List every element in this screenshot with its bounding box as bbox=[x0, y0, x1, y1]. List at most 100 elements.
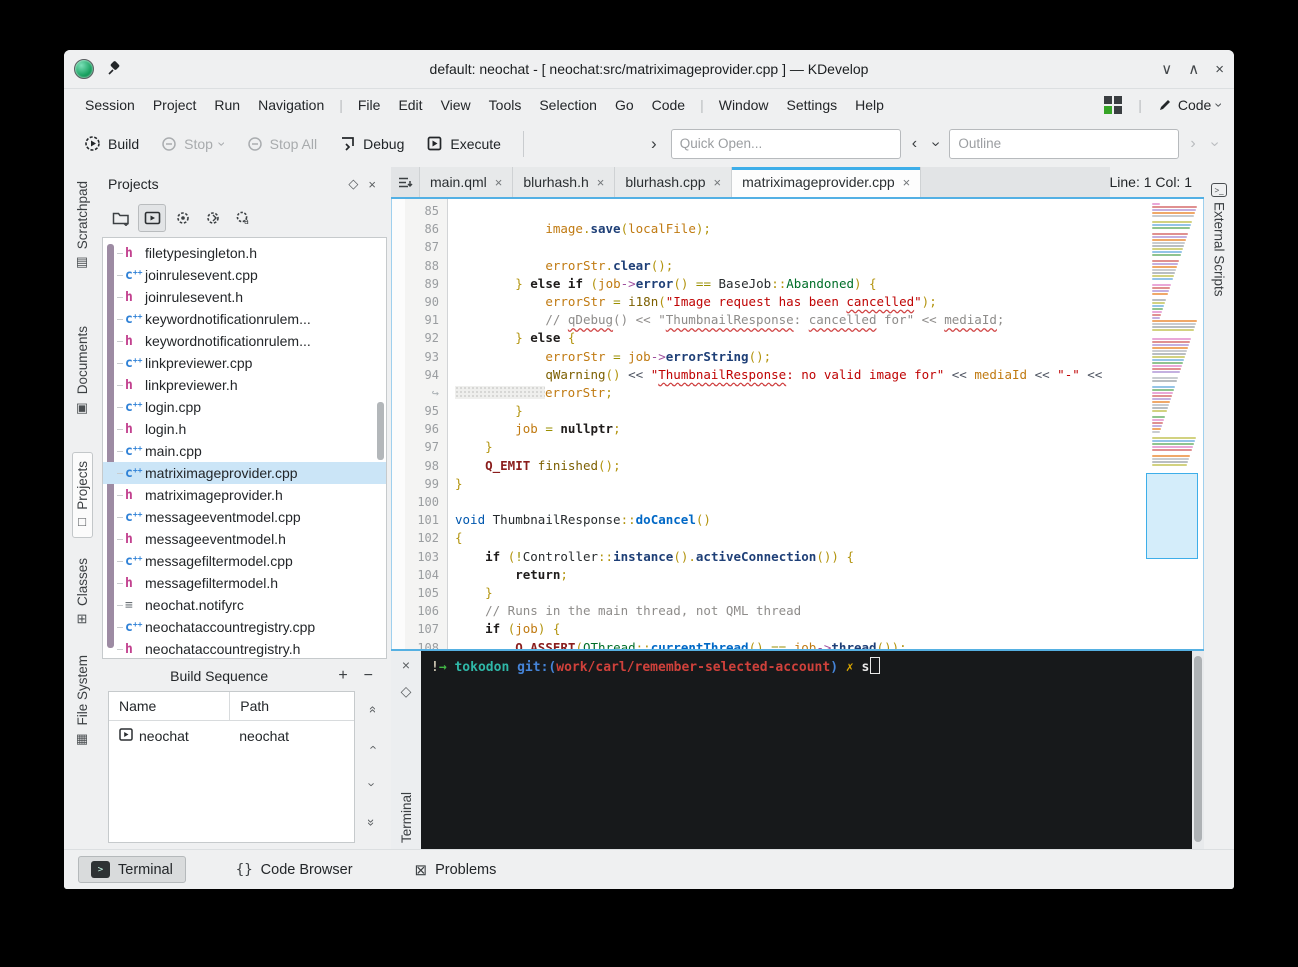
tree-item-label: neochataccountregistry.h bbox=[145, 641, 300, 657]
sidebar-tab-scratchpad[interactable]: Scratchpad▤ bbox=[73, 173, 92, 278]
terminal-detach-icon[interactable]: ◇ bbox=[401, 683, 412, 700]
tab-close-icon[interactable]: × bbox=[495, 175, 503, 190]
toolbar-overflow-icon[interactable]: › bbox=[643, 134, 665, 154]
close-icon[interactable]: × bbox=[1215, 61, 1224, 78]
open-configuration-folder-icon[interactable] bbox=[108, 205, 134, 231]
tree-item-keywordnotificationrulem[interactable]: c++keywordnotificationrulem... bbox=[103, 308, 386, 330]
settings-gear-icon[interactable] bbox=[170, 205, 196, 231]
debug-button[interactable]: Debug bbox=[331, 129, 412, 158]
menu-go[interactable]: Go bbox=[606, 94, 643, 116]
close-panel-icon[interactable]: × bbox=[363, 177, 381, 192]
tree-item-label: neochataccountregistry.cpp bbox=[145, 619, 315, 635]
reload-projects-icon[interactable] bbox=[200, 205, 226, 231]
tree-item-linkpreviewer-cpp[interactable]: c++linkpreviewer.cpp bbox=[103, 352, 386, 374]
stop-all-button[interactable]: Stop All bbox=[239, 130, 325, 158]
bottom-tab-code-browser[interactable]: {}Code Browser bbox=[224, 858, 365, 882]
sidebar-tab-classes[interactable]: Classes⊞ bbox=[73, 550, 92, 635]
tree-item-messageeventmodel-h[interactable]: hmessageeventmodel.h bbox=[103, 528, 386, 550]
maximize-icon[interactable]: ∧ bbox=[1188, 60, 1199, 78]
nav-forward-dropdown-icon[interactable]: › bbox=[1206, 136, 1222, 151]
editor-tab-main-qml[interactable]: main.qml× bbox=[420, 167, 513, 197]
terminal-scrollbar[interactable] bbox=[1192, 651, 1204, 849]
tree-item-messagefiltermodel-h[interactable]: hmessagefiltermodel.h bbox=[103, 572, 386, 594]
tree-item-neochat-notifyrc[interactable]: ≡neochat.notifyrc bbox=[103, 594, 386, 616]
menu-settings[interactable]: Settings bbox=[778, 94, 847, 116]
tree-item-main-cpp[interactable]: c++main.cpp bbox=[103, 440, 386, 462]
sidebar-tab-documents[interactable]: Documents▣ bbox=[73, 318, 92, 423]
editor-tab-matriximageprovider-cpp[interactable]: matriximageprovider.cpp× bbox=[732, 167, 921, 197]
minimize-icon[interactable]: ∨ bbox=[1161, 60, 1172, 78]
nav-back-dropdown-icon[interactable]: › bbox=[928, 136, 944, 151]
tree-item-linkpreviewer-h[interactable]: hlinkpreviewer.h bbox=[103, 374, 386, 396]
tree-item-joinrulesevent-h[interactable]: hjoinrulesevent.h bbox=[103, 286, 386, 308]
float-panel-icon[interactable]: ◇ bbox=[343, 176, 363, 192]
document-list-icon[interactable] bbox=[391, 167, 420, 197]
tree-item-matriximageprovider-h[interactable]: hmatriximageprovider.h bbox=[103, 484, 386, 506]
project-tree[interactable]: hfiletypesingleton.hc++joinrulesevent.cp… bbox=[102, 237, 387, 659]
outline-input[interactable] bbox=[949, 129, 1179, 159]
move-up-icon[interactable]: › bbox=[366, 745, 379, 749]
tree-item-neochataccountregistry-cpp[interactable]: c++neochataccountregistry.cpp bbox=[103, 616, 386, 638]
move-down-icon[interactable]: › bbox=[366, 783, 379, 787]
tree-item-messagefiltermodel-cpp[interactable]: c++messagefiltermodel.cpp bbox=[103, 550, 386, 572]
bottom-tab-problems[interactable]: ⊠Problems bbox=[403, 857, 509, 883]
column-header-name[interactable]: Name bbox=[109, 692, 230, 720]
titlebar[interactable]: default: neochat - [ neochat:src/matrixi… bbox=[64, 50, 1234, 89]
menu-window[interactable]: Window bbox=[710, 94, 778, 116]
menu-run[interactable]: Run bbox=[205, 94, 249, 116]
minimap-line bbox=[1152, 410, 1167, 412]
tree-item-neochataccountregistry-h[interactable]: hneochataccountregistry.h bbox=[103, 638, 386, 659]
stop-button[interactable]: Stop › bbox=[153, 130, 232, 158]
menu-view[interactable]: View bbox=[432, 94, 480, 116]
area-code-button[interactable]: Code › bbox=[1158, 97, 1222, 113]
menu-project[interactable]: Project bbox=[144, 94, 206, 116]
build-items-icon[interactable] bbox=[138, 204, 166, 232]
build-sequence-table[interactable]: Name Path neochatneochat bbox=[108, 691, 355, 843]
build-button[interactable]: Build bbox=[76, 129, 147, 158]
move-bottom-icon[interactable]: » bbox=[365, 819, 378, 826]
sidebar-tab-file-system[interactable]: File System▦ bbox=[73, 647, 92, 755]
nav-forward-icon[interactable]: › bbox=[1185, 135, 1200, 153]
move-top-icon[interactable]: » bbox=[365, 706, 378, 713]
menu-file[interactable]: File bbox=[349, 94, 390, 116]
menu-code[interactable]: Code bbox=[643, 94, 694, 116]
tab-close-icon[interactable]: × bbox=[597, 175, 605, 190]
sidebar-tab-projects[interactable]: Projects□ bbox=[72, 452, 93, 539]
minimap-line bbox=[1152, 248, 1183, 250]
editor-tab-blurhash-h[interactable]: blurhash.h× bbox=[513, 167, 615, 197]
menu-session[interactable]: Session bbox=[76, 94, 144, 116]
code-area[interactable]: 8586 image.save(localFile);8788 errorStr… bbox=[392, 202, 1141, 649]
tab-close-icon[interactable]: × bbox=[714, 175, 722, 190]
remove-build-item-icon[interactable]: − bbox=[356, 667, 381, 685]
tree-item-filetypesingleton-h[interactable]: hfiletypesingleton.h bbox=[103, 242, 386, 264]
tree-item-matriximageprovider-cpp[interactable]: c++matriximageprovider.cpp bbox=[103, 462, 386, 484]
tree-item-login-cpp[interactable]: c++login.cpp bbox=[103, 396, 386, 418]
menu-selection[interactable]: Selection bbox=[530, 94, 606, 116]
menu-tools[interactable]: Tools bbox=[480, 94, 531, 116]
quick-open-input[interactable] bbox=[671, 129, 901, 159]
minimap-viewport[interactable] bbox=[1146, 473, 1198, 559]
terminal-close-icon[interactable]: × bbox=[402, 657, 410, 673]
stop-dropdown-icon[interactable]: › bbox=[215, 141, 229, 146]
menu-edit[interactable]: Edit bbox=[389, 94, 431, 116]
tree-item-messageeventmodel-cpp[interactable]: c++messageeventmodel.cpp bbox=[103, 506, 386, 528]
code-editor[interactable]: 8586 image.save(localFile);8788 errorStr… bbox=[391, 199, 1204, 649]
bottom-tab-terminal[interactable]: >Terminal bbox=[78, 856, 186, 883]
nav-back-icon[interactable]: ‹ bbox=[907, 135, 922, 153]
tree-item-joinrulesevent-cpp[interactable]: c++joinrulesevent.cpp bbox=[103, 264, 386, 286]
tree-item-keywordnotificationrulem[interactable]: hkeywordnotificationrulem... bbox=[103, 330, 386, 352]
execute-button[interactable]: Execute bbox=[418, 129, 509, 158]
add-build-item-icon[interactable]: + bbox=[330, 667, 355, 685]
menu-navigation[interactable]: Navigation bbox=[249, 94, 333, 116]
tab-close-icon[interactable]: × bbox=[903, 175, 911, 190]
tree-item-login-h[interactable]: hlogin.h bbox=[103, 418, 386, 440]
project-filter-icon[interactable]: a bbox=[230, 205, 256, 231]
build-sequence-row[interactable]: neochatneochat bbox=[109, 721, 354, 751]
column-header-path[interactable]: Path bbox=[230, 698, 354, 714]
menu-help[interactable]: Help bbox=[846, 94, 893, 116]
editor-tab-blurhash-cpp[interactable]: blurhash.cpp× bbox=[615, 167, 732, 197]
terminal-screen[interactable]: !→ tokodon git:(work/carl/remember-selec… bbox=[421, 651, 1192, 849]
minimap[interactable] bbox=[1144, 202, 1200, 646]
sidebar-tab-external-scripts[interactable]: >_External Scripts bbox=[1209, 175, 1229, 305]
area-switcher-icon[interactable] bbox=[1104, 96, 1122, 114]
